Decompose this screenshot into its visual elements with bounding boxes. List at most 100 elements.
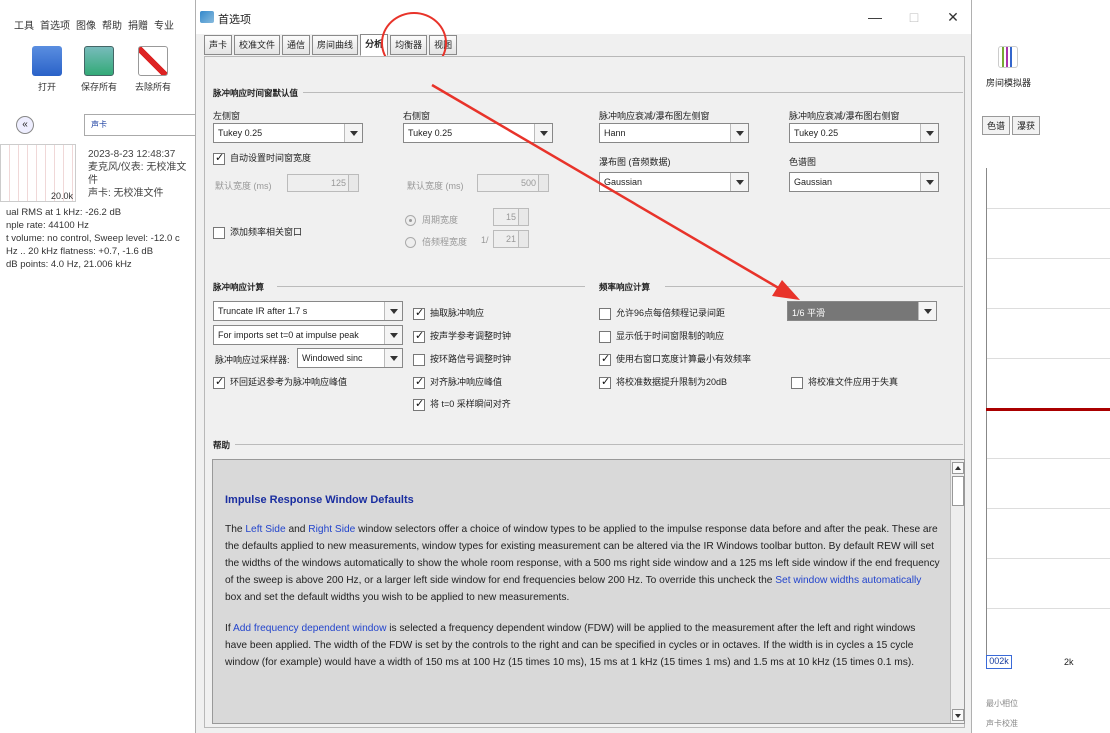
adjust-acoustic-checkbox[interactable]: 按声学参考调整时钟 (413, 329, 511, 343)
help-link-set-widths[interactable]: Set window widths automatically (775, 575, 921, 586)
help-link-right-side[interactable]: Right Side (308, 524, 355, 535)
extract-ir-checkbox[interactable]: 抽取脉冲响应 (413, 306, 484, 320)
menu-pro[interactable]: 专业 (154, 17, 174, 32)
minimize-button[interactable]: — (860, 6, 890, 28)
spinner-value: 500 (520, 178, 536, 188)
preferences-dialog: 首选项 — □ ✕ 声卡 校准文件 通信 房间曲线 分析 均衡器 视图 脉冲响应… (195, 0, 972, 733)
tab-soundcard[interactable]: 声卡 (204, 35, 233, 55)
resampler-select[interactable]: Windowed sinc (297, 348, 403, 368)
smoothing-value: 1/6 平滑 (792, 308, 826, 318)
allow96-checkbox[interactable]: 允许96点每倍频程记录间距 (599, 306, 725, 320)
fr-calc-section-title: 频率响应计算 (599, 282, 651, 292)
scroll-down-icon[interactable] (952, 709, 964, 721)
show-below-checkbox[interactable]: 显示低于时间窗限制的响应 (599, 329, 724, 343)
menu-donate[interactable]: 捐赠 (128, 17, 148, 32)
right-window-select[interactable]: Tukey 0.25 (403, 123, 553, 143)
folder-icon (32, 46, 62, 76)
spinner-arrows-icon[interactable] (538, 175, 548, 191)
menu-preferences[interactable]: 首选项 (40, 17, 70, 32)
spinner-arrows-icon[interactable] (518, 231, 528, 247)
scroll-up-icon[interactable] (952, 462, 964, 474)
octaves-spinner[interactable]: 21 (493, 230, 529, 248)
use-right-width-checkbox[interactable]: 使用右窗口宽度计算最小有效频率 (599, 352, 751, 366)
decay-left-value: Hann (604, 128, 626, 138)
measurement-card[interactable]: « 声卡 (8, 112, 204, 138)
adjust-loopback-label: 按环路信号调整时钟 (430, 354, 512, 364)
measurement-name[interactable]: 声卡 (84, 114, 204, 136)
add-fdw-checkbox[interactable]: 添加频率相关窗口 (213, 225, 302, 239)
help-link-add-fdw[interactable]: Add frequency dependent window (233, 623, 387, 634)
lift-cal-checkbox[interactable]: 将校准数据提升限制为20dB (599, 375, 727, 389)
loopback-peak-checkbox[interactable]: 环回延迟参考为脉冲响应峰值 (213, 375, 347, 389)
tab-cal-files[interactable]: 校准文件 (234, 35, 281, 55)
waterfall-value: Gaussian (604, 177, 643, 187)
collapse-icon[interactable]: « (16, 116, 34, 134)
imports-select[interactable]: For imports set t=0 at impulse peak (213, 325, 403, 345)
add-fdw-label: 添加频率相关窗口 (230, 227, 303, 237)
save-icon (84, 46, 114, 76)
room-simulator-button[interactable]: 房间模拟器 (986, 46, 1031, 89)
open-button[interactable]: 打开 (22, 46, 72, 93)
soundcard-cal-option[interactable]: 声卡校准 (986, 714, 1018, 733)
graph-area[interactable] (986, 168, 1110, 658)
stat-line: ual RMS at 1 kHz: -26.2 dB (6, 207, 122, 218)
octaves-prefix: 1/ (481, 235, 489, 245)
ir-calc-section-title: 脉冲响应计算 (213, 282, 265, 292)
scroll-thumb[interactable] (952, 476, 964, 506)
imports-value: For imports set t=0 at impulse peak (218, 330, 359, 340)
help-panel[interactable]: Impulse Response Window Defaults The Lef… (212, 459, 965, 724)
adjust-loopback-checkbox[interactable]: 按环路信号调整时钟 (413, 352, 511, 366)
measurement-panel: « 声卡 20.0k 2023-8-23 12:48:37 麦克风/仪表: 无校… (0, 106, 204, 733)
save-all-button[interactable]: 保存所有 (74, 46, 124, 93)
menu-tools[interactable]: 工具 (14, 17, 34, 32)
decay-right-label: 脉冲响应衰减/瀑布图右侧窗 (789, 111, 900, 121)
default-width-right-spinner[interactable]: 500 (477, 174, 549, 192)
waterfall-window-select[interactable]: Gaussian (599, 172, 749, 192)
checkbox-checked-icon (413, 397, 425, 411)
help-scrollbar[interactable] (950, 460, 964, 723)
allow96-label: 允许96点每倍频程记录间距 (616, 308, 726, 318)
smoothing-select[interactable]: 1/6 平滑 (787, 301, 937, 321)
radio-selected-icon (405, 215, 416, 227)
close-button[interactable]: ✕ (938, 6, 968, 28)
menu-help[interactable]: 帮助 (102, 17, 122, 32)
dialog-titlebar[interactable]: 首选项 — □ ✕ (196, 0, 971, 34)
spinner-arrows-icon[interactable] (348, 175, 358, 191)
chevron-down-icon (384, 326, 402, 344)
octaves-radio[interactable]: 倍频程宽度 (405, 235, 467, 249)
tab-spectrogram[interactable]: 色谱 (982, 116, 1011, 135)
align-peak-checkbox[interactable]: 对齐脉冲响应峰值 (413, 375, 502, 389)
resampler-value: Windowed sinc (302, 353, 363, 363)
decay-right-select[interactable]: Tukey 0.25 (789, 123, 939, 143)
auto-width-checkbox[interactable]: 自动设置时间窗宽度 (213, 151, 311, 165)
cycles-radio[interactable]: 周期宽度 (405, 213, 458, 227)
align-t0-checkbox[interactable]: 将 t=0 采样瞬间对齐 (413, 397, 511, 411)
decay-left-select[interactable]: Hann (599, 123, 749, 143)
maximize-button[interactable]: □ (899, 6, 929, 28)
tab-comms[interactable]: 通信 (282, 35, 311, 55)
remove-all-button[interactable]: 去除所有 (128, 46, 178, 93)
min-phase-option[interactable]: 最小相位 (986, 694, 1018, 714)
graph-tabs: 色谱 瀑获 (982, 116, 1042, 135)
remove-all-label: 去除所有 (134, 82, 171, 92)
menu-graph[interactable]: 图像 (76, 17, 96, 32)
axis-range-box[interactable]: 002k (986, 655, 1012, 669)
help-paragraph: The Left Side and Right Side window sele… (225, 521, 940, 606)
default-width-left-spinner[interactable]: 125 (287, 174, 359, 192)
apply-cal-distortion-checkbox[interactable]: 将校准文件应用于失真 (791, 375, 898, 389)
open-button-label: 打开 (37, 82, 56, 92)
lift-cal-label: 将校准数据提升限制为20dB (616, 377, 728, 387)
tab-waterfall[interactable]: 瀑获 (1012, 116, 1041, 135)
decay-left-label: 脉冲响应衰减/瀑布图左侧窗 (599, 111, 710, 121)
truncate-select[interactable]: Truncate IR after 1.7 s (213, 301, 403, 321)
tab-room-curve[interactable]: 房间曲线 (312, 35, 359, 55)
chevron-down-icon (384, 302, 402, 320)
save-all-label: 保存所有 (80, 82, 117, 92)
cycles-spinner[interactable]: 15 (493, 208, 529, 226)
spinner-arrows-icon[interactable] (518, 209, 528, 225)
left-window-select[interactable]: Tukey 0.25 (213, 123, 363, 143)
spectrogram-window-select[interactable]: Gaussian (789, 172, 939, 192)
help-link-left-side[interactable]: Left Side (245, 524, 285, 535)
spectrogram-value: Gaussian (794, 177, 833, 187)
use-right-width-label: 使用右窗口宽度计算最小有效频率 (616, 354, 752, 364)
